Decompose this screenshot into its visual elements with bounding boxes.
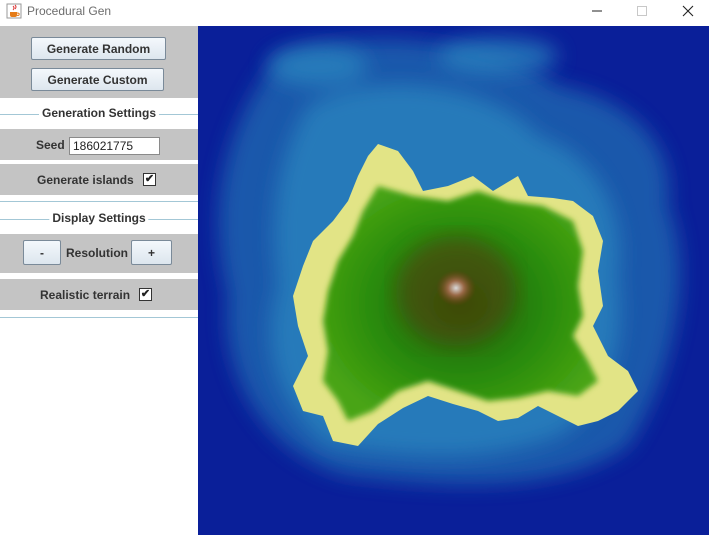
generation-settings-header: Generation Settings: [0, 102, 198, 126]
maximize-icon: [637, 6, 647, 16]
generate-islands-row: Generate islands ✔: [0, 164, 198, 195]
section-divider: [0, 201, 198, 202]
java-cup-icon: [6, 3, 22, 19]
display-settings-header: Display Settings: [0, 207, 198, 231]
title-bar: Procedural Gen: [0, 0, 709, 22]
resolution-decrease-button[interactable]: -: [23, 240, 61, 265]
generate-islands-checkbox[interactable]: ✔: [143, 173, 156, 186]
terrain-map[interactable]: [198, 26, 709, 535]
generate-buttons-block: Generate Random Generate Custom: [0, 26, 198, 98]
resolution-label: Resolution: [66, 246, 128, 260]
generate-islands-label: Generate islands: [37, 173, 134, 187]
realistic-terrain-checkbox[interactable]: ✔: [139, 288, 152, 301]
section-divider: [0, 317, 198, 318]
generate-random-button[interactable]: Generate Random: [31, 37, 166, 60]
minimize-icon: [592, 10, 602, 12]
minimize-button[interactable]: [577, 0, 617, 22]
generation-settings-title: Generation Settings: [38, 106, 160, 120]
resolution-increase-button[interactable]: +: [131, 240, 172, 265]
close-icon: [682, 5, 694, 17]
mountain: [396, 236, 516, 346]
seed-row: Seed: [0, 129, 198, 160]
seed-input[interactable]: [69, 137, 160, 155]
window-title: Procedural Gen: [27, 4, 112, 18]
resolution-row: - Resolution +: [0, 234, 198, 273]
settings-panel: Generate Random Generate Custom Generati…: [0, 26, 198, 535]
realistic-terrain-row: Realistic terrain ✔: [0, 279, 198, 310]
realistic-terrain-label: Realistic terrain: [40, 288, 131, 302]
maximize-button[interactable]: [622, 0, 662, 22]
close-button[interactable]: [668, 0, 708, 22]
generate-custom-button[interactable]: Generate Custom: [31, 68, 164, 91]
seed-label: Seed: [36, 138, 65, 152]
display-settings-title: Display Settings: [49, 211, 149, 225]
